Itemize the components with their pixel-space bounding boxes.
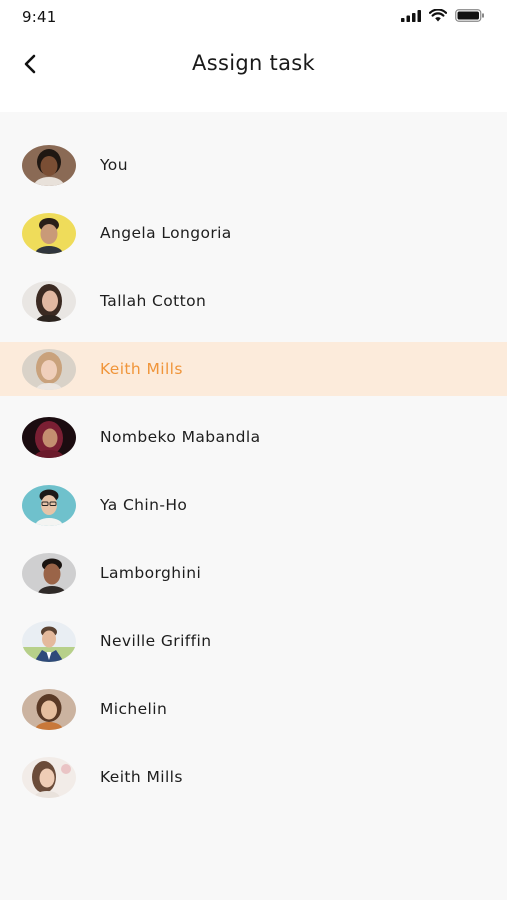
avatar <box>22 144 76 186</box>
avatar <box>22 280 76 322</box>
header: Assign task <box>0 36 507 112</box>
assignee-name: Michelin <box>100 700 168 718</box>
avatar <box>22 484 76 526</box>
assignee-name: Keith Mills <box>100 360 183 378</box>
avatar <box>22 620 76 662</box>
assignee-name: Tallah Cotton <box>100 292 207 310</box>
page-title: Assign task <box>192 51 315 75</box>
status-icons <box>401 9 485 22</box>
wifi-icon <box>429 9 447 22</box>
status-bar: 9:41 <box>0 0 507 36</box>
status-time: 9:41 <box>22 8 57 26</box>
avatar <box>22 212 76 254</box>
avatar <box>22 552 76 594</box>
avatar <box>22 756 76 798</box>
assignee-row-neville-griffin[interactable]: Neville Griffin <box>0 614 507 668</box>
battery-icon <box>455 9 484 22</box>
assignee-row-lamborghini[interactable]: Lamborghini <box>0 546 507 600</box>
assignee-list: You Angela Longoria Tallah Cotton Keith … <box>0 112 507 900</box>
assignee-row-angela-longoria[interactable]: Angela Longoria <box>0 206 507 260</box>
avatar <box>22 416 76 458</box>
assignee-row-you[interactable]: You <box>0 138 507 192</box>
avatar <box>22 348 76 390</box>
assignee-row-keith-mills-selected[interactable]: Keith Mills <box>0 342 507 396</box>
assignee-row-keith-mills[interactable]: Keith Mills <box>0 750 507 804</box>
assignee-name: Angela Longoria <box>100 224 232 242</box>
assignee-row-ya-chin-ho[interactable]: Ya Chin-Ho <box>0 478 507 532</box>
avatar <box>22 688 76 730</box>
assignee-row-nombeko-mabandla[interactable]: Nombeko Mabandla <box>0 410 507 464</box>
assignee-name: Ya Chin-Ho <box>100 496 188 514</box>
assignee-row-michelin[interactable]: Michelin <box>0 682 507 736</box>
assignee-name: Keith Mills <box>100 768 183 786</box>
assignee-name: Nombeko Mabandla <box>100 428 261 446</box>
assignee-name: Neville Griffin <box>100 632 212 650</box>
assignee-row-tallah-cotton[interactable]: Tallah Cotton <box>0 274 507 328</box>
assignee-name: You <box>100 156 128 174</box>
signal-icon <box>401 9 421 22</box>
assignee-name: Lamborghini <box>100 564 202 582</box>
